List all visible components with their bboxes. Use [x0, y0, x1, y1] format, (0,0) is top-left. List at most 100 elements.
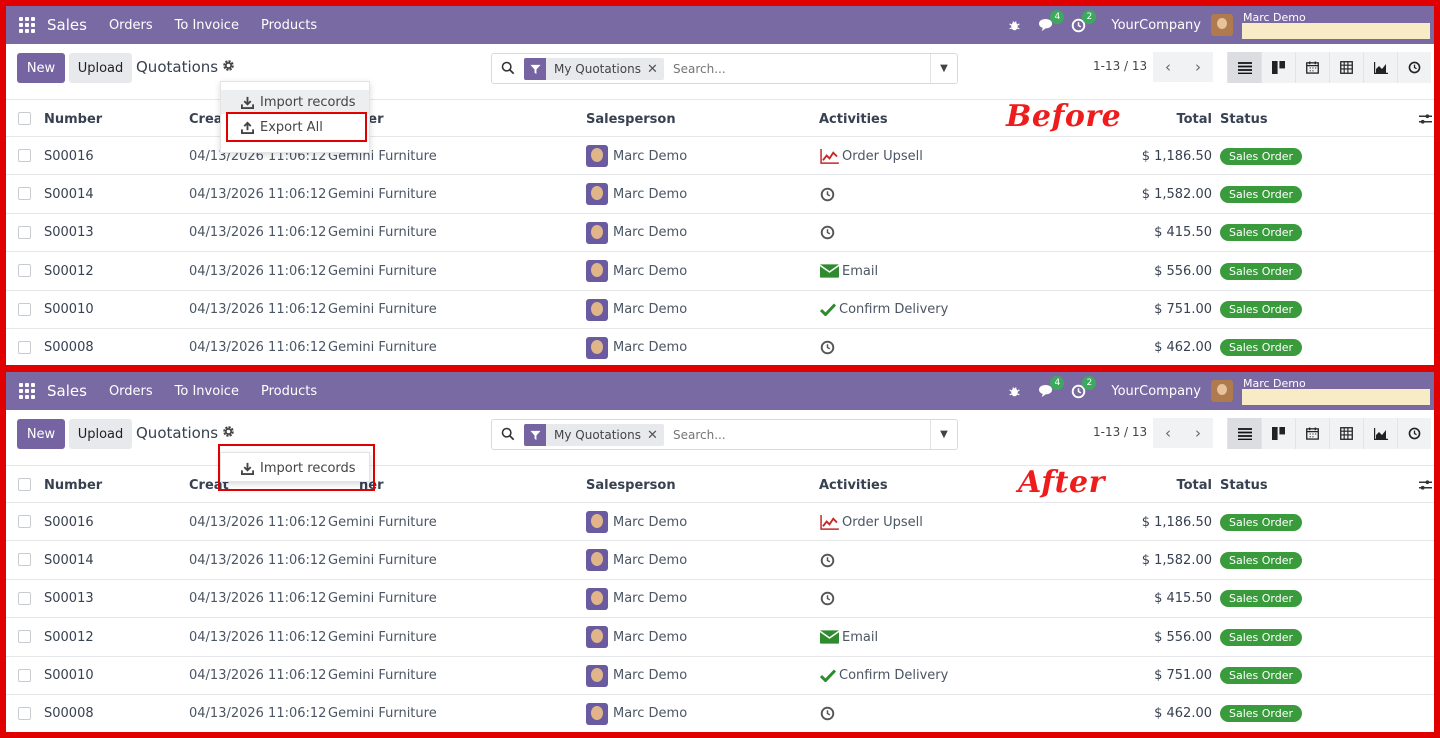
new-button[interactable]: New: [17, 419, 65, 449]
column-activities[interactable]: Activities: [819, 466, 888, 504]
row-checkbox[interactable]: [18, 706, 31, 720]
bug-icon[interactable]: [1005, 382, 1023, 400]
activity-view-icon[interactable]: [1397, 52, 1431, 83]
messages-icon[interactable]: 4: [1037, 376, 1065, 400]
chevron-down-icon[interactable]: ▼: [930, 420, 957, 449]
table-row[interactable]: S00016 04/13/2026 11:06:12 Gemini Furnit…: [6, 503, 1434, 542]
table-row[interactable]: S00010 04/13/2026 11:06:12 Gemini Furnit…: [6, 657, 1434, 695]
import-records-menu-item[interactable]: Import records: [221, 90, 369, 114]
activity-cell[interactable]: [820, 329, 838, 365]
search-input[interactable]: [673, 426, 913, 444]
upload-button[interactable]: Upload: [69, 53, 132, 83]
graph-view-icon[interactable]: [1363, 52, 1397, 83]
search-bar[interactable]: My Quotations ✕ ▼: [491, 419, 958, 450]
column-total[interactable]: Total: [1176, 100, 1212, 138]
row-checkbox[interactable]: [18, 264, 31, 278]
close-icon[interactable]: ✕: [647, 428, 664, 443]
column-number[interactable]: Number: [44, 100, 102, 138]
row-checkbox[interactable]: [18, 340, 31, 354]
table-row[interactable]: S00014 04/13/2026 11:06:12 Gemini Furnit…: [6, 175, 1434, 214]
app-grid-icon[interactable]: [19, 17, 35, 33]
salesperson-avatar[interactable]: [586, 511, 608, 533]
row-checkbox[interactable]: [18, 553, 31, 567]
user-avatar[interactable]: [1211, 14, 1233, 36]
salesperson-avatar[interactable]: [586, 221, 608, 244]
column-status[interactable]: Status: [1220, 466, 1268, 504]
bug-icon[interactable]: [1005, 16, 1023, 34]
menu-products[interactable]: Products: [261, 18, 317, 33]
kanban-view-icon[interactable]: [1261, 52, 1295, 83]
select-all-checkbox[interactable]: [18, 112, 31, 125]
column-number[interactable]: Number: [44, 466, 102, 504]
pager-value[interactable]: 1-13 / 13: [1093, 59, 1147, 73]
column-salesperson[interactable]: Salesperson: [586, 100, 676, 138]
gear-icon[interactable]: [222, 425, 235, 442]
list-view-icon[interactable]: [1227, 52, 1261, 83]
activity-view-icon[interactable]: [1397, 418, 1431, 449]
pivot-view-icon[interactable]: [1329, 418, 1363, 449]
search-facet[interactable]: My Quotations ✕: [524, 58, 664, 80]
row-checkbox[interactable]: [18, 302, 31, 316]
search-bar[interactable]: My Quotations ✕ ▼: [491, 53, 958, 84]
activity-cell[interactable]: Confirm Delivery: [820, 657, 948, 695]
column-salesperson[interactable]: Salesperson: [586, 466, 676, 504]
pager-next-button[interactable]: ›: [1183, 418, 1213, 448]
app-grid-icon[interactable]: [19, 383, 35, 399]
kanban-view-icon[interactable]: [1261, 418, 1295, 449]
list-view-icon[interactable]: [1227, 418, 1261, 449]
table-row[interactable]: S00013 04/13/2026 11:06:12 Gemini Furnit…: [6, 580, 1434, 619]
activity-cell[interactable]: Confirm Delivery: [820, 291, 948, 329]
select-all-checkbox[interactable]: [18, 478, 31, 491]
activity-cell[interactable]: [820, 175, 838, 213]
gear-icon[interactable]: [222, 59, 235, 76]
menu-products[interactable]: Products: [261, 384, 317, 399]
salesperson-avatar[interactable]: [586, 549, 608, 572]
new-button[interactable]: New: [17, 53, 65, 83]
calendar-view-icon[interactable]: [1295, 418, 1329, 449]
user-avatar[interactable]: [1211, 380, 1233, 402]
table-row[interactable]: S00012 04/13/2026 11:06:12 Gemini Furnit…: [6, 252, 1434, 291]
menu-orders[interactable]: Orders: [109, 18, 153, 33]
salesperson-avatar[interactable]: [586, 145, 608, 167]
activity-cell[interactable]: Email: [820, 252, 878, 290]
pager-previous-button[interactable]: ‹: [1153, 52, 1183, 82]
activities-clock-icon[interactable]: 2: [1069, 10, 1097, 34]
activity-cell[interactable]: Order Upsell: [820, 503, 923, 541]
app-name[interactable]: Sales: [47, 382, 87, 400]
row-checkbox[interactable]: [18, 187, 31, 201]
pivot-view-icon[interactable]: [1329, 52, 1363, 83]
row-checkbox[interactable]: [18, 149, 31, 162]
row-checkbox[interactable]: [18, 515, 31, 528]
table-row[interactable]: S00010 04/13/2026 11:06:12 Gemini Furnit…: [6, 291, 1434, 329]
table-row[interactable]: S00008 04/13/2026 11:06:12 Gemini Furnit…: [6, 695, 1434, 732]
messages-icon[interactable]: 4: [1037, 10, 1065, 34]
menu-to-invoice[interactable]: To Invoice: [175, 18, 239, 33]
activity-cell[interactable]: [820, 541, 838, 579]
column-total[interactable]: Total: [1176, 466, 1212, 504]
app-name[interactable]: Sales: [47, 16, 87, 34]
pager-value[interactable]: 1-13 / 13: [1093, 425, 1147, 439]
table-row[interactable]: S00014 04/13/2026 11:06:12 Gemini Furnit…: [6, 541, 1434, 580]
salesperson-avatar[interactable]: [586, 336, 608, 359]
activity-cell[interactable]: [820, 214, 838, 252]
salesperson-avatar[interactable]: [586, 587, 608, 610]
optional-columns-icon[interactable]: [1419, 113, 1432, 128]
activity-cell[interactable]: [820, 695, 838, 732]
user-menu[interactable]: Marc Demo: [1242, 376, 1430, 406]
salesperson-avatar[interactable]: [586, 626, 608, 649]
row-checkbox[interactable]: [18, 591, 31, 605]
chevron-down-icon[interactable]: ▼: [930, 54, 957, 83]
optional-columns-icon[interactable]: [1419, 479, 1432, 494]
calendar-view-icon[interactable]: [1295, 52, 1329, 83]
table-row[interactable]: S00013 04/13/2026 11:06:12 Gemini Furnit…: [6, 214, 1434, 253]
table-row[interactable]: S00008 04/13/2026 11:06:12 Gemini Furnit…: [6, 329, 1434, 365]
row-checkbox[interactable]: [18, 668, 31, 682]
activity-cell[interactable]: Order Upsell: [820, 137, 923, 175]
search-facet[interactable]: My Quotations ✕: [524, 424, 664, 446]
company-switcher[interactable]: YourCompany: [1111, 384, 1201, 399]
salesperson-avatar[interactable]: [586, 183, 608, 206]
graph-view-icon[interactable]: [1363, 418, 1397, 449]
menu-orders[interactable]: Orders: [109, 384, 153, 399]
company-switcher[interactable]: YourCompany: [1111, 18, 1201, 33]
row-checkbox[interactable]: [18, 630, 31, 644]
